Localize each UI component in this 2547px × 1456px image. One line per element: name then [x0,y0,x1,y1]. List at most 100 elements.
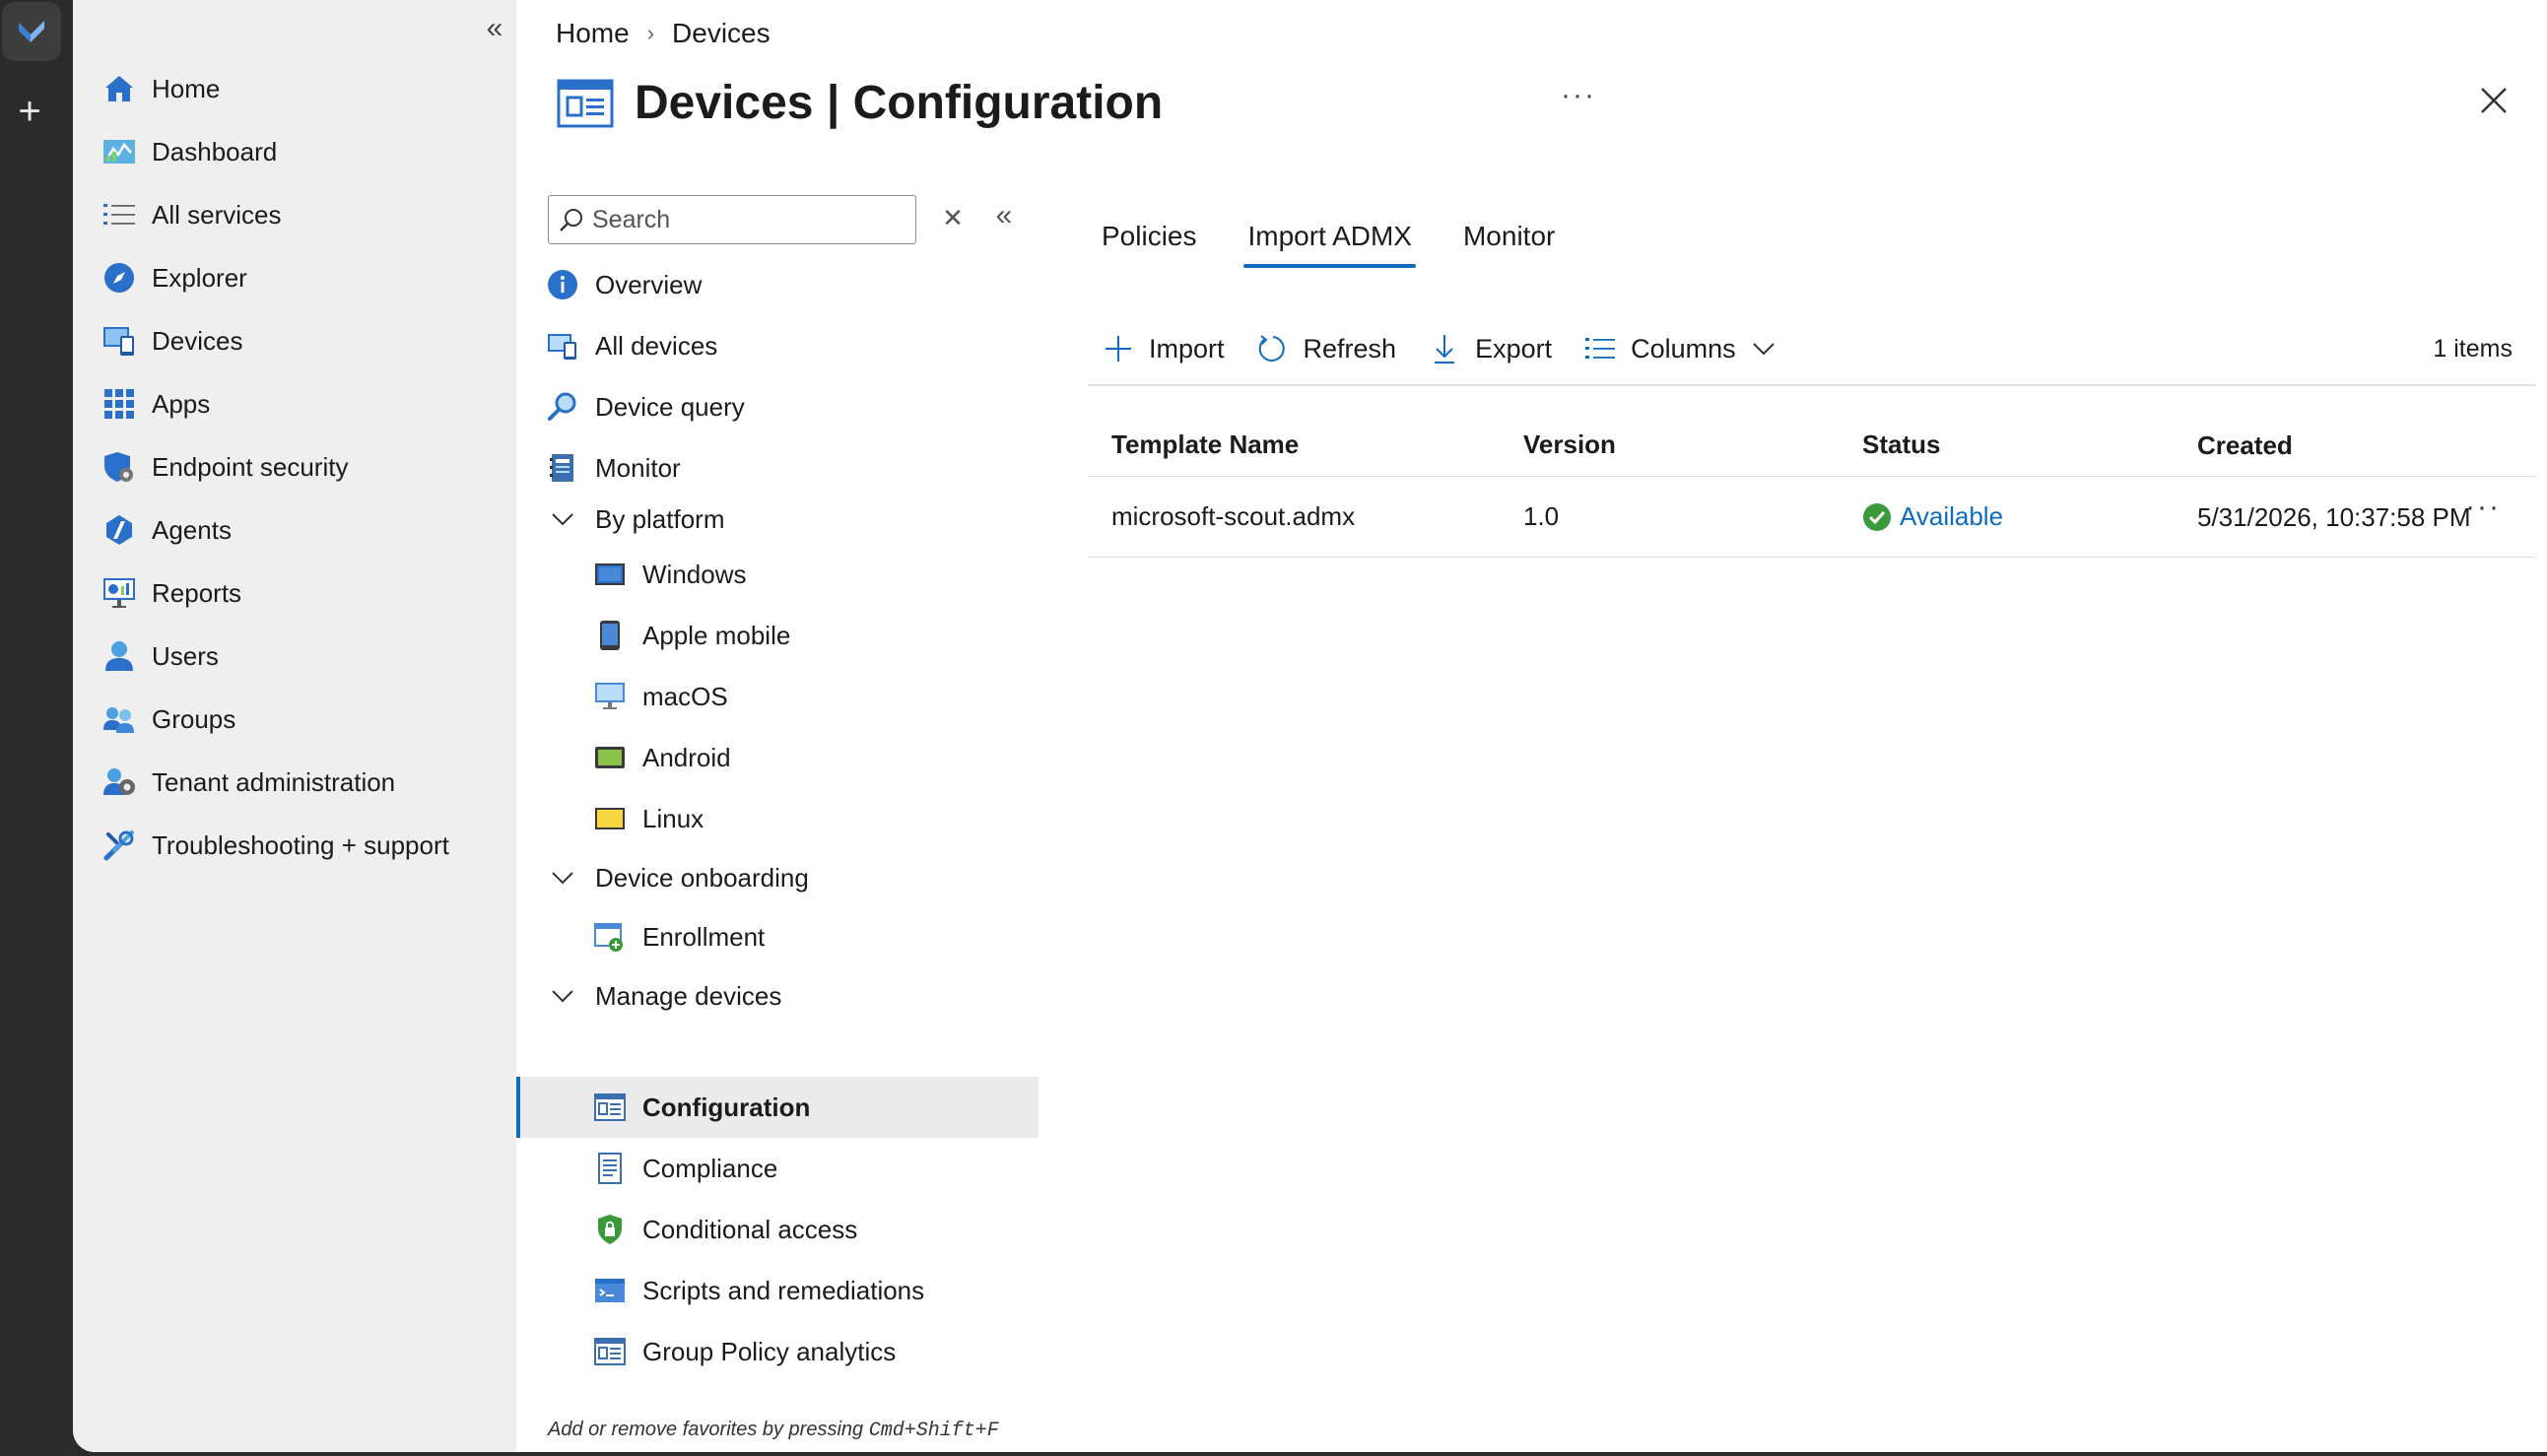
breadcrumb-devices-link[interactable]: Devices [672,18,771,49]
column-header-version[interactable]: Version [1523,430,1862,460]
chevron-down-icon [546,979,579,1013]
columns-button[interactable]: Columns [1583,332,1776,365]
column-header-template-name[interactable]: Template Name [1088,430,1523,460]
refresh-button[interactable]: Refresh [1256,332,1396,365]
clear-search-icon[interactable]: ✕ [938,203,968,232]
cell-status: Available [1862,501,2197,532]
menu-group-manage-devices[interactable]: Manage devices [516,967,1039,1025]
tab-import-admx[interactable]: Import ADMX [1243,207,1417,268]
compliance-icon [593,1152,627,1185]
add-app-icon[interactable]: + [12,92,47,131]
device-query-icon [546,390,579,424]
nav-label: Agents [152,514,232,545]
menu-item-windows[interactable]: Windows [516,544,1039,605]
menu-label: Linux [642,803,704,833]
nav-label: Explorer [152,262,247,293]
global-nav: « Home Dashboard All services Explorer D… [73,0,516,1452]
menu-label: macOS [642,681,728,711]
nav-item-apps[interactable]: Apps [101,376,504,431]
tab-policies[interactable]: Policies [1102,207,1196,266]
menu-item-conditional-access[interactable]: Conditional access [516,1199,1039,1260]
menu-item-android[interactable]: Android [516,727,1039,788]
menu-group-by-platform[interactable]: By platform [516,495,1039,544]
menu-label: All devices [595,330,718,361]
menu-item-device-query[interactable]: Device query [516,376,1039,437]
tenant-admin-icon [101,763,138,801]
import-button[interactable]: Import [1102,332,1225,365]
menu-item-scripts-remediations[interactable]: Scripts and remediations [516,1260,1039,1321]
menu-item-apple-mobile[interactable]: Apple mobile [516,605,1039,666]
status-available-link[interactable]: Available [1900,501,2003,532]
android-icon [593,741,627,774]
column-header-status[interactable]: Status [1862,430,2197,460]
menu-label: By platform [595,503,725,534]
nav-item-all-services[interactable]: All services [101,187,504,242]
nav-item-tenant-administration[interactable]: Tenant administration [101,755,504,810]
menu-item-macos[interactable]: macOS [516,666,1039,727]
chevron-down-icon [1752,342,1776,356]
menu-label: Conditional access [642,1214,858,1244]
menu-item-compliance[interactable]: Compliance [516,1138,1039,1199]
page-title: Devices | Configuration [635,76,1163,130]
menu-item-group-policy-analytics[interactable]: Group Policy analytics [516,1321,1039,1382]
nav-item-users[interactable]: Users [101,629,504,684]
page-more-options-button[interactable]: ··· [1561,79,1596,112]
windows-icon [593,558,627,591]
apps-icon [101,385,138,423]
scripts-icon [593,1274,627,1307]
resource-search-box[interactable] [548,195,916,244]
menu-label: Apple mobile [642,620,791,650]
download-icon [1428,332,1461,365]
agents-icon [101,511,138,549]
menu-item-configuration[interactable]: Configuration [516,1077,1039,1138]
nav-item-groups[interactable]: Groups [101,692,504,747]
item-count: 1 items [2433,334,2513,363]
menu-item-overview[interactable]: Overview [516,254,1039,315]
nav-label: Devices [152,325,243,356]
intune-logo-icon [19,21,44,42]
export-button[interactable]: Export [1428,332,1552,365]
menu-group-device-onboarding[interactable]: Device onboarding [516,849,1039,906]
favorites-hint-keys: Cmd+Shift+F [868,1420,999,1442]
menu-label: Device query [595,391,745,422]
tab-monitor[interactable]: Monitor [1463,207,1555,266]
monitor-icon [546,451,579,485]
configuration-page-icon [556,73,615,132]
app-strip: + [0,0,73,1456]
home-icon [101,70,138,107]
menu-label: Configuration [642,1092,811,1122]
nav-item-home[interactable]: Home [101,61,504,116]
menu-item-linux[interactable]: Linux [516,788,1039,849]
check-circle-icon [1863,502,1891,531]
resource-search-input[interactable] [592,205,907,234]
menu-label: Overview [595,269,703,299]
refresh-icon [1256,332,1290,365]
nav-label: Reports [152,577,242,608]
columns-list-icon [1583,332,1617,365]
all-devices-icon [546,329,579,363]
nav-item-endpoint-security[interactable]: Endpoint security [101,439,504,495]
row-more-options-button[interactable]: ··· [2465,491,2501,524]
breadcrumb-home-link[interactable]: Home [556,18,630,49]
nav-item-devices[interactable]: Devices [101,313,504,368]
nav-item-agents[interactable]: Agents [101,502,504,558]
nav-item-reports[interactable]: Reports [101,565,504,621]
app-logo[interactable] [2,2,61,61]
nav-item-troubleshooting[interactable]: Troubleshooting + support [101,818,504,873]
nav-item-dashboard[interactable]: Dashboard [101,124,504,179]
table-row[interactable]: microsoft-scout.admx 1.0 Available 5/31/… [1088,477,2536,558]
chevron-down-icon [546,502,579,536]
menu-item-enrollment[interactable]: Enrollment [516,906,1039,967]
menu-label: Compliance [642,1153,778,1183]
collapse-nav-icon[interactable]: « [477,14,512,43]
close-blade-button[interactable] [2474,81,2513,120]
collapse-menu-icon[interactable]: « [989,201,1019,231]
reports-icon [101,574,138,612]
column-header-created[interactable]: Created [2197,426,2483,465]
nav-label: Dashboard [152,136,278,166]
page-title-sub: | Configuration [813,76,1164,129]
menu-item-all-devices[interactable]: All devices [516,315,1039,376]
cell-created: 5/31/2026, 10:37:58 PM [2197,501,2471,532]
menu-item-monitor[interactable]: Monitor [516,437,1039,498]
nav-item-explorer[interactable]: Explorer [101,250,504,305]
